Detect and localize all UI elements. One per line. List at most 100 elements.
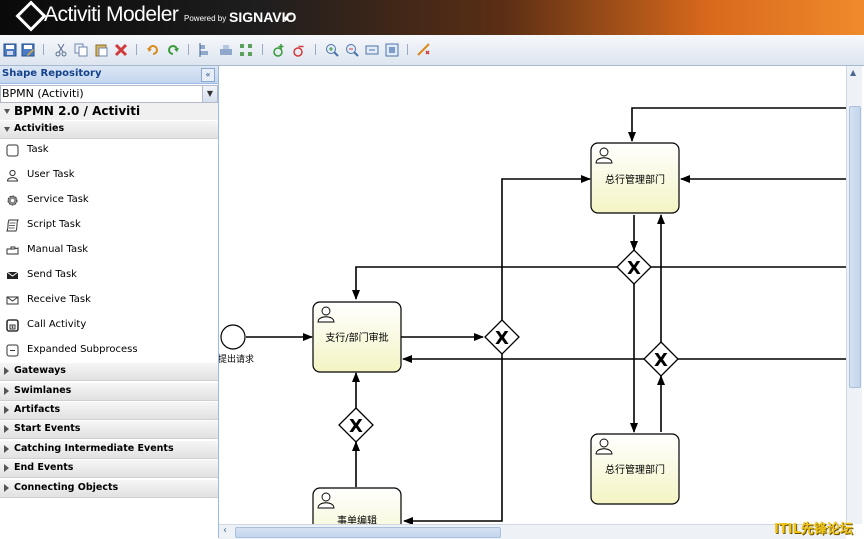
gateway-x-icon: X <box>495 328 509 349</box>
redo-icon[interactable] <box>166 43 180 57</box>
shape-item-expanded-subprocess[interactable]: Expanded Subprocess <box>0 339 218 363</box>
zoom-out-icon[interactable] <box>345 43 359 57</box>
group-label: Artifacts <box>14 404 61 415</box>
expanded-subprocess-icon <box>6 344 19 357</box>
toolbar-separator <box>407 44 408 55</box>
receive-task-icon <box>6 296 19 305</box>
distribute-icon[interactable] <box>239 43 253 57</box>
user-task[interactable]: 支行/部门审批 <box>312 301 402 373</box>
sequence-flow[interactable] <box>403 354 503 524</box>
task-label: 事单编辑 <box>337 514 377 524</box>
group-catching-intermediate-events[interactable]: Catching Intermediate Events <box>0 440 218 459</box>
start-event-label: 提出请求 <box>219 353 254 365</box>
shape-item-user-task[interactable]: User Task <box>0 164 218 188</box>
diagram-canvas[interactable]: 提出请求 总行管理部门 支行/部门审批 总行管理部门 事单编辑 X X X X <box>219 66 846 524</box>
app-title: Activiti Modeler <box>44 3 179 26</box>
paste-icon[interactable] <box>94 43 108 57</box>
group-label: Catching Intermediate Events <box>14 443 174 454</box>
sequence-flow[interactable] <box>501 175 591 320</box>
group-label: Swimlanes <box>14 385 72 396</box>
horizontal-scroll-thumb[interactable] <box>235 527 501 538</box>
group-gateways[interactable]: Gateways <box>0 362 218 381</box>
shape-item-manual-task[interactable]: Manual Task <box>0 239 218 263</box>
shape-item-label: Receive Task <box>27 294 91 305</box>
app-header: Activiti Modeler Powered by SIGNAVIO ➹ <box>0 0 864 35</box>
exclusive-gateway[interactable]: X <box>643 341 679 377</box>
toolbar-separator <box>43 44 44 55</box>
shape-item-script-task[interactable]: Script Task <box>0 214 218 238</box>
user-task[interactable]: 总行管理部门 <box>590 433 680 505</box>
sequence-flow[interactable] <box>352 266 617 300</box>
activiti-logo-icon <box>15 0 47 32</box>
stencil-set-select[interactable]: BPMN (Activiti) ▼ <box>0 85 218 103</box>
save-icon[interactable] <box>3 43 17 57</box>
task-label: 总行管理部门 <box>605 173 665 186</box>
shape-item-call-activity[interactable]: Call Activity <box>0 314 218 338</box>
collapsed-triangle-icon <box>4 367 9 375</box>
gateway-x-icon: X <box>627 258 641 279</box>
scroll-left-icon[interactable]: ‹ <box>223 525 227 536</box>
zoom-in-icon[interactable] <box>325 43 339 57</box>
manual-task-icon <box>6 246 19 255</box>
group-end-events[interactable]: End Events <box>0 459 218 478</box>
collapsed-triangle-icon <box>4 406 9 414</box>
expand-triangle-icon <box>4 127 10 132</box>
zoom-standard-icon[interactable] <box>365 43 379 57</box>
shape-item-label: Call Activity <box>27 319 87 330</box>
vertical-scroll-thumb[interactable] <box>849 106 861 388</box>
remove-docker-icon[interactable] <box>292 43 306 57</box>
vertical-scrollbar[interactable]: ▲ <box>846 66 862 524</box>
group-start-events[interactable]: Start Events <box>0 420 218 439</box>
group-label: End Events <box>14 462 74 473</box>
shape-repository-panel: Shape Repository « BPMN (Activiti) ▼ BPM… <box>0 66 219 538</box>
add-docker-icon[interactable] <box>272 43 286 57</box>
group-swimlanes[interactable]: Swimlanes <box>0 382 218 401</box>
stencil-set-title[interactable]: BPMN 2.0 / Activiti <box>0 103 218 120</box>
save-as-icon[interactable] <box>21 43 35 57</box>
gateway-x-icon: X <box>654 350 668 371</box>
collapse-panel-button[interactable]: « <box>201 68 215 82</box>
toolbar-separator <box>188 44 189 55</box>
shape-item-label: Service Task <box>27 194 89 205</box>
shape-item-task[interactable]: Task <box>0 139 218 163</box>
exclusive-gateway[interactable]: X <box>616 249 652 285</box>
copy-icon[interactable] <box>74 43 88 57</box>
chevron-down-icon[interactable]: ▼ <box>202 86 217 102</box>
delete-icon[interactable] <box>114 43 128 57</box>
group-label: Start Events <box>14 423 81 434</box>
shape-item-label: Script Task <box>27 219 81 230</box>
sequence-flow[interactable] <box>628 107 846 142</box>
signavio-logo-icon: ➹ <box>282 9 294 25</box>
collapsed-triangle-icon <box>4 445 9 453</box>
group-activities[interactable]: Activities <box>0 120 218 139</box>
shape-item-receive-task[interactable]: Receive Task <box>0 289 218 313</box>
group-icon[interactable] <box>219 43 233 57</box>
cut-icon[interactable] <box>54 43 68 57</box>
scroll-up-icon[interactable]: ▲ <box>850 68 856 77</box>
validate-icon[interactable] <box>417 43 431 57</box>
collapsed-triangle-icon <box>4 464 9 472</box>
exclusive-gateway[interactable]: X <box>484 319 520 355</box>
exclusive-gateway[interactable]: X <box>338 407 374 443</box>
task-label: 总行管理部门 <box>605 463 665 476</box>
toolbar <box>0 35 864 66</box>
shape-item-label: Expanded Subprocess <box>27 344 138 355</box>
user-task-icon <box>6 169 19 182</box>
user-task[interactable]: 总行管理部门 <box>590 142 680 214</box>
shape-item-service-task[interactable]: Service Task <box>0 189 218 213</box>
horizontal-scrollbar[interactable]: ‹ <box>219 524 846 539</box>
undo-icon[interactable] <box>146 43 160 57</box>
zoom-fit-icon[interactable] <box>385 43 399 57</box>
group-artifacts[interactable]: Artifacts <box>0 401 218 420</box>
align-icon[interactable] <box>199 43 213 57</box>
script-task-icon <box>6 219 19 232</box>
bpmn-diagram[interactable]: 提出请求 总行管理部门 支行/部门审批 总行管理部门 事单编辑 X X X X <box>219 66 846 524</box>
shape-item-label: Task <box>27 144 49 155</box>
start-event[interactable] <box>220 324 246 350</box>
shape-item-send-task[interactable]: Send Task <box>0 264 218 288</box>
watermark: ITIL先锋论坛 <box>774 522 853 537</box>
collapsed-triangle-icon <box>4 425 9 433</box>
user-task[interactable]: 事单编辑 <box>312 487 402 524</box>
group-connecting-objects[interactable]: Connecting Objects <box>0 479 218 498</box>
send-task-icon <box>6 271 19 279</box>
